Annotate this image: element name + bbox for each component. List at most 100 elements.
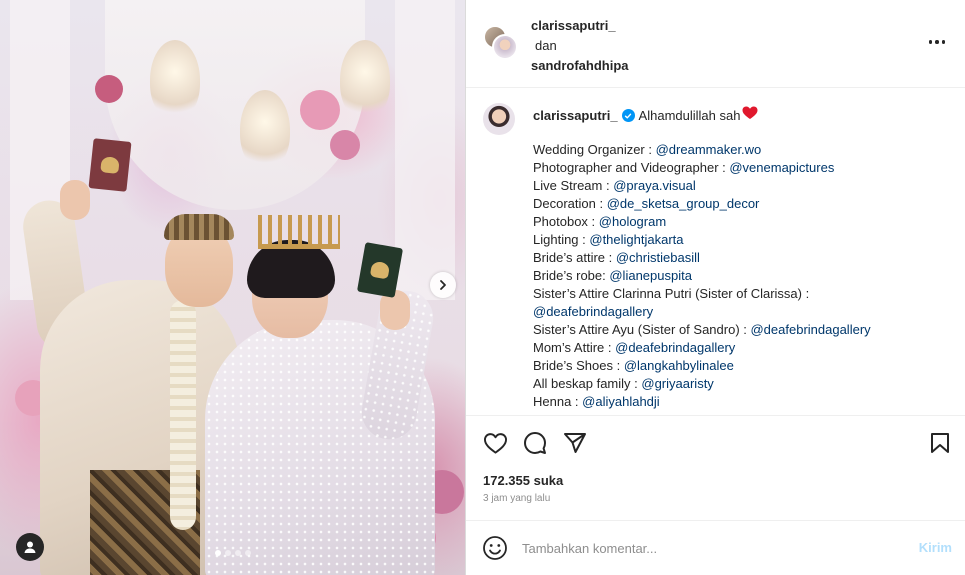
heart-icon bbox=[483, 432, 507, 454]
caption-line: Bride’s attire : @christiebasill bbox=[533, 249, 943, 267]
emoji-icon bbox=[483, 536, 507, 560]
caption-header: clarissaputri_ Alhamdulillah sah bbox=[533, 106, 758, 125]
caption-line: Photobox : @hologram bbox=[533, 213, 943, 231]
caption-line-label: Bride’s attire : bbox=[533, 250, 616, 265]
like-button[interactable] bbox=[481, 429, 509, 457]
heart-emoji-icon bbox=[742, 106, 758, 125]
flower-decor bbox=[330, 130, 360, 160]
backdrop-pillar bbox=[395, 0, 455, 300]
carousel-indicator bbox=[0, 550, 465, 556]
carousel-dot bbox=[244, 550, 251, 556]
chevron-right-icon bbox=[440, 280, 446, 290]
post-actions bbox=[466, 425, 965, 461]
emoji-button[interactable] bbox=[482, 535, 508, 561]
caption-line: All beskap family : @griyaaristy bbox=[533, 375, 943, 393]
avatar[interactable] bbox=[492, 34, 518, 60]
caption-line: Decoration : @de_sketsa_group_decor bbox=[533, 195, 943, 213]
mention-link[interactable]: @deafebrindagallery bbox=[615, 340, 735, 355]
caption-line-label: Sister’s Attire Ayu (Sister of Sandro) : bbox=[533, 322, 751, 337]
caption-line-label: Photobox : bbox=[533, 214, 599, 229]
caption-line-label: Photographer and Videographer : bbox=[533, 160, 730, 175]
caption-line: Wedding Organizer : @dreammaker.wo bbox=[533, 141, 943, 159]
post-photo[interactable] bbox=[0, 0, 465, 575]
caption-line-label: Lighting : bbox=[533, 232, 590, 247]
carousel-next-button[interactable] bbox=[430, 272, 456, 298]
user-tag-icon bbox=[24, 541, 36, 553]
caption-line: Bride’s robe: @lianepuspita bbox=[533, 267, 943, 285]
comment-button[interactable] bbox=[521, 429, 549, 457]
mention-link[interactable]: @praya.visual bbox=[613, 178, 696, 193]
mention-link[interactable]: @aliyahlahdji bbox=[582, 394, 660, 409]
mention-link[interactable]: @deafebrindagallery bbox=[750, 322, 870, 337]
post-timestamp[interactable]: 3 jam yang lalu bbox=[483, 493, 550, 504]
caption-line-label: Decoration : bbox=[533, 196, 607, 211]
marriage-book-red bbox=[88, 138, 132, 192]
caption-line-label: Henna : bbox=[533, 394, 583, 409]
post-comment-button[interactable]: Kirim bbox=[919, 540, 952, 555]
avatar[interactable] bbox=[483, 103, 515, 135]
jasmine-garland bbox=[170, 300, 196, 530]
caption-line-label: Wedding Organizer : bbox=[533, 142, 656, 157]
more-icon-dot bbox=[941, 40, 946, 44]
mention-link[interactable]: @deafebrindagallery bbox=[533, 304, 653, 319]
caption-line: Live Stream : @praya.visual bbox=[533, 177, 943, 195]
caption-headline: Alhamdulillah sah bbox=[638, 107, 741, 123]
carousel-dot bbox=[234, 550, 241, 556]
more-options-button[interactable] bbox=[926, 31, 948, 53]
groom-hand bbox=[60, 180, 90, 220]
mention-link[interactable]: @griyaaristy bbox=[641, 376, 713, 391]
mention-link[interactable]: @thelightjakarta bbox=[589, 232, 683, 247]
garuda-emblem-icon bbox=[369, 260, 391, 280]
owner-avatars[interactable] bbox=[483, 25, 519, 61]
chandelier bbox=[150, 40, 200, 120]
verified-icon bbox=[621, 109, 635, 122]
mention-link[interactable]: @lianepuspita bbox=[609, 268, 692, 283]
caption-line: Mom’s Attire : @deafebrindagallery bbox=[533, 339, 943, 357]
share-button[interactable] bbox=[561, 429, 589, 457]
comment-icon bbox=[524, 432, 546, 454]
groom-headwear bbox=[164, 214, 234, 240]
caption-line-label: All beskap family : bbox=[533, 376, 642, 391]
chandelier bbox=[240, 90, 290, 170]
mention-link[interactable]: @christiebasill bbox=[616, 250, 700, 265]
caption: clarissaputri_ Alhamdulillah sah Wedding… bbox=[466, 89, 965, 416]
mention-link[interactable]: @dreammaker.wo bbox=[656, 142, 762, 157]
more-icon-dot bbox=[935, 40, 939, 44]
mention-link[interactable]: @de_sketsa_group_decor bbox=[607, 196, 760, 211]
like-count[interactable]: 172.355 suka bbox=[483, 473, 563, 488]
caption-line-label: Mom’s Attire : bbox=[533, 340, 616, 355]
coauthor-username[interactable]: sandrofahdhipa bbox=[531, 56, 629, 76]
caption-line: Photographer and Videographer : @venemap… bbox=[533, 159, 943, 177]
caption-line: Sister’s Attire Clarinna Putri (Sister o… bbox=[533, 285, 943, 303]
chandelier bbox=[340, 40, 390, 120]
carousel-dot bbox=[214, 550, 221, 556]
post-side-panel: clarissaputri_ dan sandrofahdhipa claris… bbox=[465, 0, 965, 575]
save-button[interactable] bbox=[926, 429, 954, 457]
caption-line: Bride’s Shoes : @langkahbylinalee bbox=[533, 357, 943, 375]
mention-link[interactable]: @venemapictures bbox=[729, 160, 834, 175]
caption-username[interactable]: clarissaputri_ bbox=[533, 107, 618, 125]
caption-line: Henna : @aliyahlahdji bbox=[533, 393, 943, 411]
owner-conjunction: dan bbox=[535, 38, 557, 53]
owner-username[interactable]: clarissaputri_ bbox=[531, 16, 629, 36]
mention-link[interactable]: @langkahbylinalee bbox=[624, 358, 734, 373]
post-header: clarissaputri_ dan sandrofahdhipa bbox=[466, 0, 965, 88]
bookmark-icon bbox=[931, 433, 949, 453]
caption-line-label: Bride’s Shoes : bbox=[533, 358, 624, 373]
caption-line-label: Live Stream : bbox=[533, 178, 614, 193]
more-icon bbox=[928, 40, 933, 44]
carousel-dot bbox=[224, 550, 231, 556]
caption-body: Wedding Organizer : @dreammaker.wo Photog… bbox=[533, 141, 943, 411]
comment-form: Kirim bbox=[466, 520, 965, 575]
caption-line: @deafebrindagallery bbox=[533, 303, 943, 321]
caption-line: Sister’s Attire Ayu (Sister of Sandro) :… bbox=[533, 321, 943, 339]
comment-input[interactable] bbox=[522, 537, 882, 559]
flower-decor bbox=[95, 75, 123, 103]
flower-decor bbox=[300, 90, 340, 130]
post-owners: clarissaputri_ dan sandrofahdhipa bbox=[531, 16, 629, 76]
mention-link[interactable]: @hologram bbox=[599, 214, 666, 229]
user-tag-button[interactable] bbox=[16, 533, 44, 561]
garuda-emblem-icon bbox=[100, 156, 120, 174]
bride-crown bbox=[258, 215, 340, 249]
share-icon bbox=[564, 433, 586, 453]
